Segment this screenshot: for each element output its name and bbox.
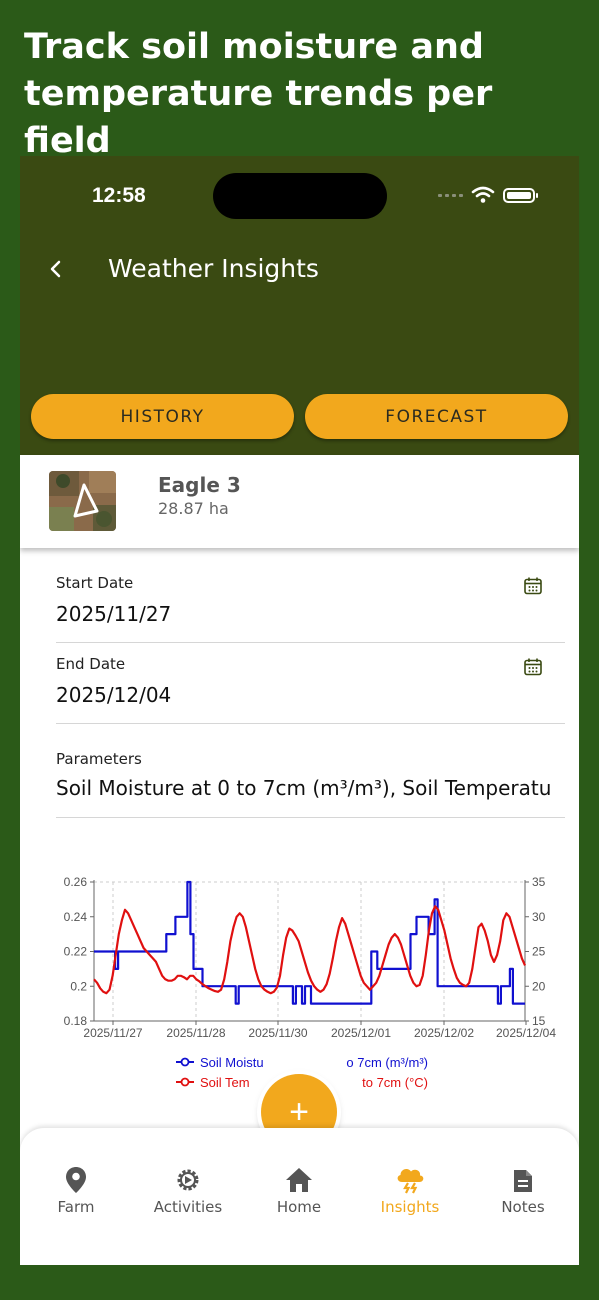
chart-x-tick-label: 2025/11/28 bbox=[166, 1026, 225, 1040]
chart-x-tick-label: 2025/12/02 bbox=[414, 1026, 474, 1040]
parameters-value: Soil Moisture at 0 to 7cm (m³/m³), Soil … bbox=[56, 776, 552, 800]
chart-y-right-tick-label: 35 bbox=[532, 875, 546, 889]
chart-series-soil-temperature bbox=[93, 905, 527, 995]
forecast-tab-button[interactable]: FORECAST bbox=[305, 394, 568, 439]
field-name: Eagle 3 bbox=[158, 473, 241, 497]
gear-icon bbox=[177, 1169, 199, 1191]
chart-series-soil-moisture bbox=[94, 880, 525, 1005]
chart-legend-label-tail: to 7cm (°C) bbox=[362, 1075, 428, 1090]
phone-screen: 12:58 Weather Insights HISTORY FORECAST bbox=[20, 156, 579, 1265]
chevron-left-icon bbox=[50, 260, 61, 278]
end-date-label: End Date bbox=[56, 655, 126, 673]
chart-y-right-tick-label: 20 bbox=[532, 979, 546, 993]
dynamic-island bbox=[213, 173, 387, 219]
chart-y-left-tick-label: 0.2 bbox=[70, 979, 87, 993]
chart-x-tick-label: 2025/12/01 bbox=[331, 1026, 391, 1040]
start-date-value: 2025/11/27 bbox=[56, 602, 172, 626]
nav-insights[interactable]: Insights bbox=[360, 1162, 460, 1216]
page-title: Weather Insights bbox=[108, 254, 319, 283]
start-date-label: Start Date bbox=[56, 574, 134, 592]
chart-legend-swatch-marker bbox=[180, 1057, 190, 1067]
promo-line-1: Track soil moisture and bbox=[24, 27, 484, 67]
chart-legend-swatch-marker bbox=[180, 1077, 190, 1087]
nav-home-label: Home bbox=[276, 1198, 322, 1216]
signal-icon bbox=[438, 193, 463, 197]
start-date-calendar-icon[interactable] bbox=[523, 576, 543, 596]
chart-x-tick-label: 2025/12/04 bbox=[496, 1026, 556, 1040]
promo-headline: Track soil moisture and temperature tren… bbox=[24, 24, 584, 165]
field-area: 28.87 ha bbox=[158, 499, 229, 518]
nav-notes[interactable]: Notes bbox=[473, 1162, 573, 1216]
chart-legend-label-tail: o 7cm (m³/m³) bbox=[346, 1055, 428, 1070]
parameters-label: Parameters bbox=[56, 750, 142, 768]
chart-y-left-tick-label: 0.24 bbox=[64, 910, 88, 924]
end-date-field[interactable]: End Date 2025/12/04 bbox=[56, 647, 565, 724]
status-time: 12:58 bbox=[92, 184, 146, 207]
status-icons bbox=[438, 186, 538, 204]
chart-x-tick-label: 2025/11/27 bbox=[83, 1026, 142, 1040]
bottom-nav: Farm Activities Home Insights Notes bbox=[20, 1128, 579, 1265]
nav-activities-label: Activities bbox=[153, 1198, 223, 1216]
parameters-field[interactable]: Parameters Soil Moisture at 0 to 7cm (m³… bbox=[56, 742, 565, 818]
chart-legend-label: Soil Moistu bbox=[200, 1055, 264, 1070]
chart-y-right-tick-label: 30 bbox=[532, 910, 546, 924]
chart-y-right-tick-label: 25 bbox=[532, 945, 546, 959]
home-icon bbox=[286, 1168, 312, 1192]
nav-insights-label: Insights bbox=[380, 1198, 440, 1216]
battery-icon bbox=[503, 187, 538, 203]
start-date-field[interactable]: Start Date 2025/11/27 bbox=[56, 566, 565, 643]
app-bar: 12:58 Weather Insights HISTORY FORECAST bbox=[20, 156, 579, 455]
chart-legend-label: Soil Tem bbox=[200, 1075, 250, 1090]
history-tab-button[interactable]: HISTORY bbox=[31, 394, 294, 439]
nav-farm-label: Farm bbox=[57, 1198, 95, 1216]
chart-y-left-tick-label: 0.26 bbox=[64, 875, 88, 889]
end-date-value: 2025/12/04 bbox=[56, 683, 172, 707]
nav-farm[interactable]: Farm bbox=[26, 1162, 126, 1216]
end-date-calendar-icon[interactable] bbox=[523, 657, 543, 677]
nav-notes-label: Notes bbox=[501, 1198, 545, 1216]
field-card[interactable]: Eagle 3 28.87 ha bbox=[20, 455, 579, 548]
chart-y-left-tick-label: 0.22 bbox=[64, 945, 88, 959]
nav-home[interactable]: Home bbox=[249, 1162, 349, 1216]
note-icon bbox=[514, 1170, 532, 1192]
promo-line-2: temperature trends per field bbox=[24, 74, 493, 161]
nav-activities[interactable]: Activities bbox=[138, 1162, 238, 1216]
location-pin-icon bbox=[66, 1167, 86, 1193]
field-thumbnail bbox=[49, 471, 116, 531]
back-button[interactable] bbox=[44, 254, 68, 284]
chart-x-tick-label: 2025/11/30 bbox=[248, 1026, 307, 1040]
wifi-icon bbox=[471, 186, 495, 203]
weather-storm-icon bbox=[397, 1169, 424, 1194]
